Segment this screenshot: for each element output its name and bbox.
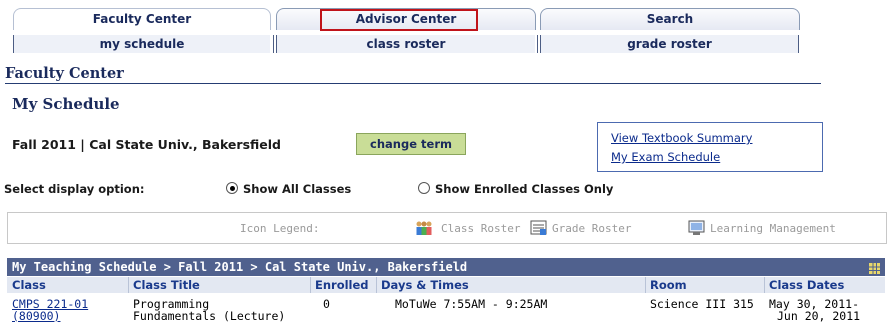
subtab-class-roster[interactable]: class roster — [277, 35, 535, 53]
column-divider — [764, 277, 765, 293]
subtab-my-schedule[interactable]: my schedule — [14, 35, 270, 53]
subtab-grade-roster-label: grade roster — [627, 37, 712, 51]
class-roster-icon — [415, 220, 433, 240]
tab-faculty-center[interactable]: Faculty Center — [13, 8, 271, 30]
subtab-class-roster-label: class roster — [366, 37, 446, 51]
change-term-button[interactable]: change term — [356, 133, 466, 155]
icon-legend: Icon Legend: Class Roster Grade Roster L… — [7, 212, 887, 244]
column-header-room[interactable]: Room — [650, 277, 687, 293]
class-roster-legend-label: Class Roster — [441, 222, 521, 235]
show-all-classes-label: Show All Classes — [243, 182, 352, 196]
view-textbook-summary-link[interactable]: View Textbook Summary — [611, 131, 752, 145]
days-times: MoTuWe 7:55AM - 9:25AM — [395, 297, 548, 311]
display-option-label: Select display option: — [4, 182, 145, 196]
class-number-link[interactable]: (80900) — [12, 310, 60, 322]
show-all-classes-radio[interactable] — [226, 182, 238, 194]
subtab-divider — [537, 35, 538, 53]
column-divider — [645, 277, 646, 293]
my-exam-schedule-link[interactable]: My Exam Schedule — [611, 150, 720, 164]
term-label: Fall 2011 | Cal State Univ., Bakersfield — [12, 137, 281, 152]
links-panel: View Textbook Summary My Exam Schedule — [597, 122, 823, 172]
grade-roster-legend-label: Grade Roster — [552, 222, 632, 235]
column-header-class-dates[interactable]: Class Dates — [769, 277, 844, 293]
icon-legend-label: Icon Legend: — [240, 222, 320, 235]
schedule-grid-title-text: My Teaching Schedule > Fall 2011 > Cal S… — [12, 260, 468, 274]
show-enrolled-classes-radio[interactable] — [418, 182, 430, 194]
column-header-class[interactable]: Class — [12, 277, 46, 293]
subtab-my-schedule-label: my schedule — [99, 37, 185, 51]
header-rule — [5, 83, 821, 84]
table-row: CMPS 221-01 (80900) Programming Fundamen… — [7, 295, 885, 322]
highlight-box — [320, 9, 478, 31]
show-enrolled-classes-label: Show Enrolled Classes Only — [435, 182, 614, 196]
enrolled-count: 0 — [323, 297, 330, 311]
section-title: Faculty Center — [5, 65, 124, 82]
learning-management-icon — [688, 220, 706, 240]
column-divider — [128, 277, 129, 293]
tab-search[interactable]: Search — [540, 8, 800, 30]
learning-management-legend-label: Learning Management — [710, 222, 836, 235]
schedule-grid-header: Class Class Title Enrolled Days & Times … — [7, 277, 885, 293]
column-divider — [376, 277, 377, 293]
class-title-line2: Fundamentals (Lecture) — [133, 309, 286, 323]
schedule-grid-title: My Teaching Schedule > Fall 2011 > Cal S… — [7, 258, 885, 276]
tab-search-label: Search — [646, 12, 694, 26]
class-dates-line2: Jun 20, 2011 — [777, 309, 861, 323]
radio-selected-dot — [229, 185, 235, 191]
column-header-class-title[interactable]: Class Title — [133, 277, 200, 293]
subtab-grade-roster[interactable]: grade roster — [541, 35, 798, 53]
column-header-days-times[interactable]: Days & Times — [381, 277, 469, 293]
room: Science III 315 — [650, 297, 754, 311]
page-title: My Schedule — [12, 95, 120, 113]
column-header-enrolled[interactable]: Enrolled — [315, 277, 369, 293]
column-divider — [310, 277, 311, 293]
tab-faculty-center-label: Faculty Center — [92, 12, 192, 26]
subtab-divider — [273, 35, 274, 53]
grade-roster-icon — [530, 220, 548, 240]
subtab-divider — [798, 35, 799, 53]
